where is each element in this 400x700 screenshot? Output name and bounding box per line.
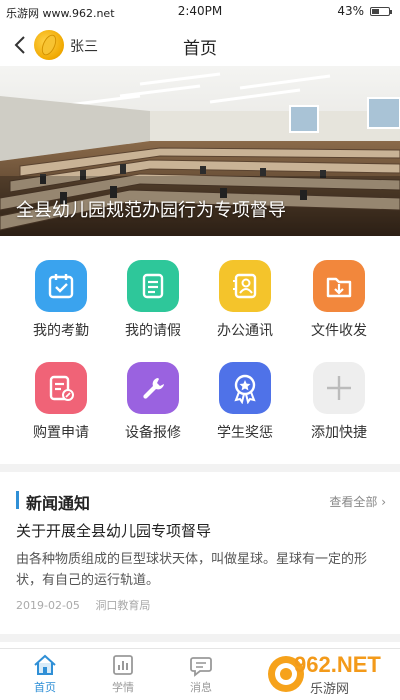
section-accent-bar: [16, 491, 19, 509]
grid-label: 设备报修: [125, 425, 181, 441]
news-section-title: 新闻通知: [26, 494, 91, 513]
grid-item-file-transfer[interactable]: 文件收发: [294, 250, 384, 350]
tab-label: 首页: [34, 681, 56, 694]
article-summary: 由各种物质组成的巨型球状天体，叫做星球。星球有一定的形状，有自己的运行轨道。: [16, 552, 368, 588]
wrench-icon: [127, 362, 179, 414]
battery-icon: [370, 6, 392, 16]
news-article[interactable]: 关于开展全县幼儿园专项督导 由各种物质组成的巨型球状天体，叫做星球。星球有一定的…: [16, 520, 386, 613]
contact-book-icon: [219, 260, 271, 312]
chevron-right-icon: ›: [381, 495, 386, 509]
view-all-label: 查看全部: [329, 495, 378, 509]
purchase-form-icon: [35, 362, 87, 414]
tab-messages[interactable]: 消息: [171, 653, 231, 695]
article-meta: 2019-02-05 洞口教育局: [16, 597, 386, 613]
grid-item-repair[interactable]: 设备报修: [108, 352, 198, 452]
section-divider: [0, 634, 400, 642]
grid-label: 我的请假: [125, 323, 181, 339]
banner-caption: 全县幼儿园规范办园行为专项督导: [16, 200, 286, 221]
battery-percent: 43%: [337, 4, 364, 18]
tab-label: 消息: [190, 681, 212, 694]
grid-label: 我的考勤: [33, 323, 89, 339]
chat-bubble-icon: [188, 653, 214, 677]
status-bar: 乐游网 www.962.net 2:40PM 43%: [0, 0, 400, 24]
banner[interactable]: 全县幼儿园规范办园行为专项督导: [0, 66, 400, 236]
section-divider: [0, 464, 400, 472]
article-source: 洞口教育局: [95, 599, 151, 612]
watermark-brand: 962.NET: [294, 652, 381, 677]
grid-item-attendance[interactable]: 我的考勤: [16, 250, 106, 350]
watermark-name: 乐游网: [310, 682, 350, 697]
grid-item-purchase[interactable]: 购置申请: [16, 352, 106, 452]
tab-home[interactable]: 首页: [15, 653, 75, 695]
function-grid: 我的考勤 我的请假 办公通讯 文件收发 购置申请 设备报修 学生奖惩 添加快捷: [0, 250, 400, 460]
page-title: 首页: [183, 39, 217, 59]
bar-chart-icon: [110, 653, 136, 677]
grid-label: 文件收发: [311, 323, 367, 339]
grid-label: 学生奖惩: [217, 425, 273, 441]
tab-label: 学情: [112, 681, 134, 694]
article-date: 2019-02-05: [16, 599, 80, 612]
grid-item-student-awards[interactable]: 学生奖惩: [200, 352, 290, 452]
grid-label: 添加快捷: [311, 425, 367, 441]
folder-download-icon: [313, 260, 365, 312]
home-icon: [32, 653, 58, 677]
grid-item-office-contacts[interactable]: 办公通讯: [200, 250, 290, 350]
status-right: 43%: [337, 4, 392, 18]
grid-label: 办公通讯: [217, 323, 273, 339]
document-list-icon: [127, 260, 179, 312]
plus-icon: [313, 362, 365, 414]
article-title: 关于开展全县幼儿园专项督导: [16, 522, 212, 540]
watermark-logo: 962.NET 乐游网: [264, 652, 394, 697]
tab-study[interactable]: 学情: [93, 653, 153, 695]
view-all-link[interactable]: 查看全部 ›: [329, 493, 386, 510]
grid-item-add-shortcut[interactable]: 添加快捷: [294, 352, 384, 452]
grid-label: 购置申请: [33, 425, 89, 441]
nav-bar: 张三 首页: [0, 24, 400, 66]
grid-item-leave[interactable]: 我的请假: [108, 250, 198, 350]
award-medal-icon: [219, 362, 271, 414]
calendar-check-icon: [35, 260, 87, 312]
news-header: 新闻通知 查看全部 ›: [0, 486, 400, 516]
